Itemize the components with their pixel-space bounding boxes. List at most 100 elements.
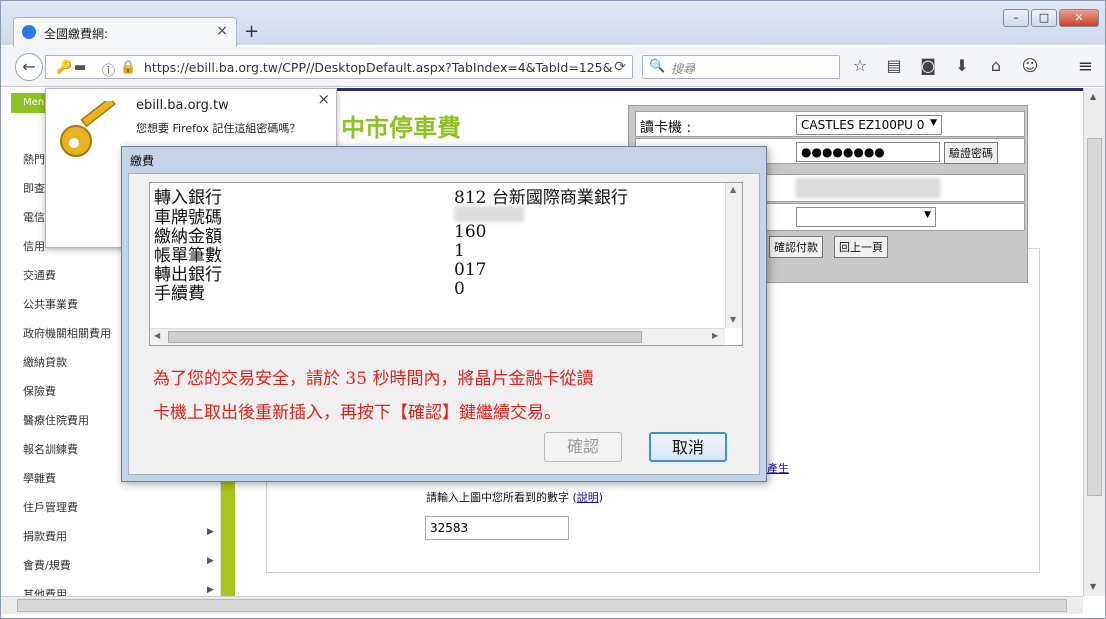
captcha-note-text: 請輸入上圖中您所看到的數字 [426, 491, 569, 504]
menu-item[interactable]: 其他費用 [23, 586, 67, 596]
reader-view-icon[interactable]: ▤ [883, 56, 905, 75]
smiley-icon[interactable]: ☺ [1019, 56, 1041, 75]
info-value: 0 [454, 279, 465, 299]
menu-item[interactable]: 即查 [23, 180, 45, 196]
search-icon: 🔍 [649, 59, 666, 74]
link-text[interactable]: 產生 [767, 460, 789, 476]
scroll-right-icon[interactable]: ▶ [712, 331, 718, 340]
card-reader-row: 讀卡機 : CASTLES EZ100PU 0 ▼ [635, 111, 1025, 137]
menu-item[interactable]: 報名訓練費 [23, 441, 78, 457]
info-icon[interactable]: ⓘ [102, 60, 115, 79]
title-bar: 全國繳費網: × + – □ ✕ [1, 1, 1105, 47]
browser-window: 全國繳費網: × + – □ ✕ ← 🔑 ▬ ⓘ 🔒 https://ebill… [0, 0, 1106, 619]
scroll-up-icon[interactable]: ▲ [1090, 92, 1096, 101]
info-key: 手續費 [154, 284, 205, 304]
vertical-scrollbar[interactable]: ▲ ▼ [1083, 88, 1105, 596]
window-close-button[interactable]: ✕ [1059, 9, 1099, 27]
toolbar-icons: ☆ ▤ ◙ ⬇ ⌂ ☺ [849, 56, 1041, 75]
bookmark-star-icon[interactable]: ☆ [849, 56, 871, 75]
vertical-scroll-thumb[interactable] [1087, 138, 1102, 496]
back-button[interactable]: ← [15, 53, 43, 81]
permissions-icon[interactable]: ▬ [74, 60, 86, 75]
info-horizontal-scrollbar[interactable]: ◀ ▶ [150, 328, 725, 345]
dialog-confirm-button[interactable]: 確認 [544, 432, 622, 462]
popup-question: 您想要 Firefox 記住這組密碼嗎？ [136, 122, 301, 135]
menu-item[interactable]: 醫療住院費用 [23, 412, 89, 428]
info-value: 1 [454, 241, 465, 261]
captcha-input[interactable]: 32583 [425, 516, 569, 540]
dialog-cancel-button[interactable]: 取消 [649, 432, 727, 462]
scroll-left-icon[interactable]: ◀ [154, 331, 160, 340]
menu-item[interactable]: 交通費 [23, 267, 56, 283]
url-bar[interactable]: 🔑 ▬ ⓘ 🔒 https://ebill.ba.org.tw/CPP//Des… [45, 55, 633, 79]
captcha-instruction: 請輸入上圖中您所看到的數字 (說明) [426, 491, 604, 504]
info-scroll-thumb[interactable] [168, 331, 642, 343]
menu-item[interactable]: 學雜費 [23, 470, 56, 486]
menu-item[interactable]: 信用 [23, 238, 45, 254]
hamburger-menu-icon[interactable]: ≡ [1078, 56, 1093, 77]
key-icon[interactable]: 🔑 [56, 60, 72, 75]
info-value: 160 [454, 222, 487, 242]
downloads-icon[interactable]: ⬇ [951, 56, 973, 75]
info-value: 017 [454, 260, 487, 280]
account-select[interactable]: ▼ [796, 207, 936, 227]
popup-site: ebill.ba.org.tw [136, 98, 229, 113]
menu-item[interactable]: 熱門 [23, 151, 45, 167]
tab-title: 全國繳費網: [44, 27, 109, 41]
browser-tab[interactable]: 全國繳費網: × [13, 17, 237, 47]
submenu-arrow-icon: ▶ [207, 556, 214, 566]
menu-item[interactable]: 政府機關相關費用 [23, 325, 111, 341]
search-bar[interactable]: 🔍 搜尋 [642, 55, 840, 79]
site-favicon-icon [22, 25, 36, 39]
dropdown-arrow-icon: ▼ [930, 118, 937, 128]
card-reader-label: 讀卡機 : [640, 120, 692, 136]
card-reader-select[interactable]: CASTLES EZ100PU 0 ▼ [796, 115, 942, 135]
verify-pin-button[interactable]: 驗證密碼 [944, 142, 998, 164]
menu-item[interactable]: 繳納貸款 [23, 354, 67, 370]
dialog-body: 轉入銀行 812 台新國際商業銀行 車牌號碼 繳納金額 160 帳單筆數 1 轉… [128, 173, 760, 475]
home-icon[interactable]: ⌂ [985, 56, 1007, 75]
card-reader-value: CASTLES EZ100PU 0 [801, 118, 925, 132]
submenu-arrow-icon: ▶ [207, 585, 214, 595]
submenu-arrow-icon: ▶ [207, 527, 214, 537]
menu-item[interactable]: 會費/規費 [23, 557, 71, 573]
dialog-title: 繳費 [130, 154, 155, 168]
tab-close-icon[interactable]: × [216, 23, 228, 39]
reload-icon[interactable]: ⟳ [614, 59, 626, 75]
maximize-button[interactable]: □ [1031, 9, 1057, 27]
security-warning-line2: 卡機上取出後重新插入，再按下【確認】鍵繼續交易。 [153, 403, 561, 423]
navigation-bar: ← 🔑 ▬ ⓘ 🔒 https://ebill.ba.org.tw/CPP//D… [1, 47, 1105, 87]
new-tab-button[interactable]: + [244, 21, 259, 42]
scroll-down-icon[interactable]: ▼ [1090, 582, 1096, 591]
menu-item[interactable]: 住戶管理費 [23, 499, 78, 515]
back-page-button[interactable]: 回上一頁 [834, 236, 888, 258]
menu-item[interactable]: 電信 [23, 209, 45, 225]
search-placeholder: 搜尋 [671, 62, 696, 76]
lock-icon[interactable]: 🔒 [120, 60, 136, 75]
url-text[interactable]: https://ebill.ba.org.tw/CPP//DesktopDefa… [144, 60, 612, 75]
key-icon [60, 101, 116, 157]
pocket-icon[interactable]: ◙ [917, 56, 939, 75]
confirm-pay-button[interactable]: 確認付款 [769, 236, 823, 258]
window-controls: – □ ✕ [1003, 9, 1099, 27]
info-vertical-scrollbar[interactable]: ▲ ▼ [725, 183, 742, 328]
dropdown-arrow-icon: ▼ [924, 210, 931, 220]
horizontal-scroll-thumb[interactable] [17, 599, 1067, 612]
account-field[interactable] [796, 178, 940, 198]
scroll-down-icon[interactable]: ▼ [730, 315, 736, 324]
pin-input[interactable]: ●●●●●●●● [796, 142, 940, 162]
payment-info-box: 轉入銀行 812 台新國際商業銀行 車牌號碼 繳納金額 160 帳單筆數 1 轉… [149, 182, 743, 346]
horizontal-scrollbar[interactable] [1, 596, 1083, 614]
payment-dialog: 繳費 轉入銀行 812 台新國際商業銀行 車牌號碼 繳納金額 160 帳單筆數 … [121, 146, 767, 482]
security-warning-line1: 為了您的交易安全，請於 35 秒時間內，將晶片金融卡從讀 [153, 369, 594, 389]
minimize-button[interactable]: – [1003, 9, 1029, 27]
menu-item[interactable]: 保險費 [23, 383, 56, 399]
popup-close-icon[interactable]: × [317, 90, 330, 108]
scroll-up-icon[interactable]: ▲ [730, 185, 736, 194]
menu-item[interactable]: 公共事業費 [23, 296, 78, 312]
info-value-redacted [454, 206, 524, 222]
header-divider [235, 88, 1083, 91]
menu-item[interactable]: 捐款費用 [23, 528, 67, 544]
info-value: 812 台新國際商業銀行 [454, 188, 628, 208]
captcha-help-link[interactable]: 說明 [577, 491, 599, 504]
